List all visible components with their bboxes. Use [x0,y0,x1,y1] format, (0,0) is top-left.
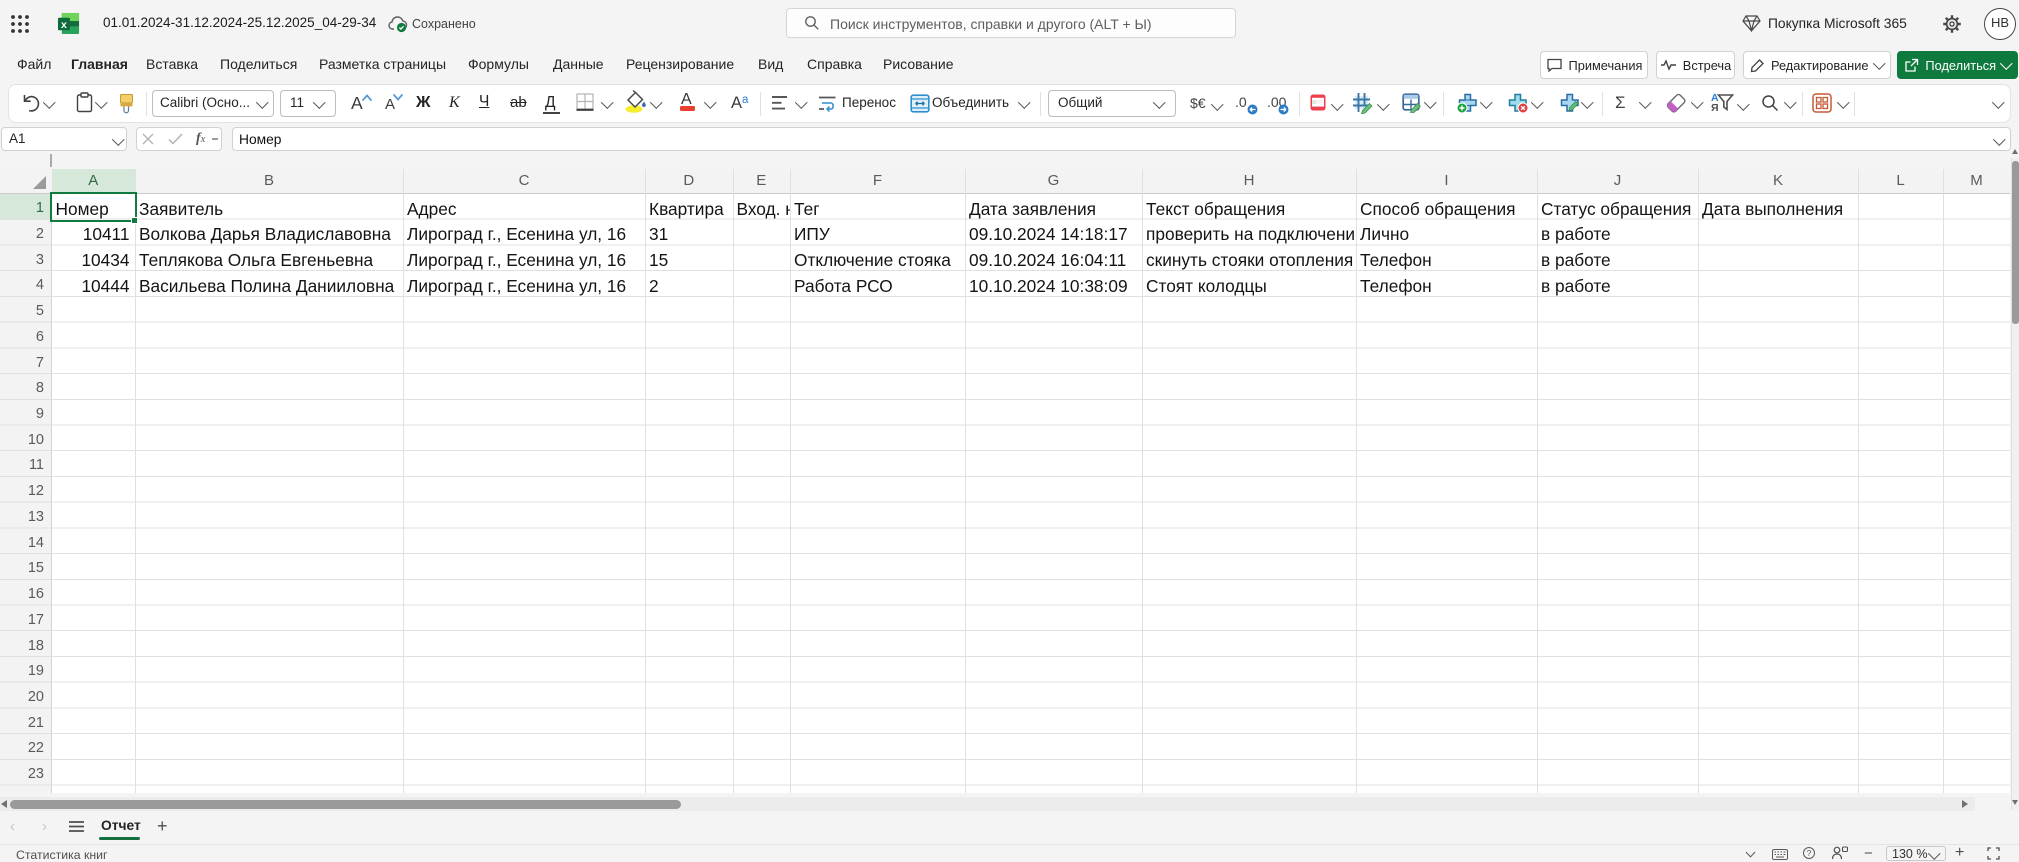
svg-text:x: x [61,19,67,31]
